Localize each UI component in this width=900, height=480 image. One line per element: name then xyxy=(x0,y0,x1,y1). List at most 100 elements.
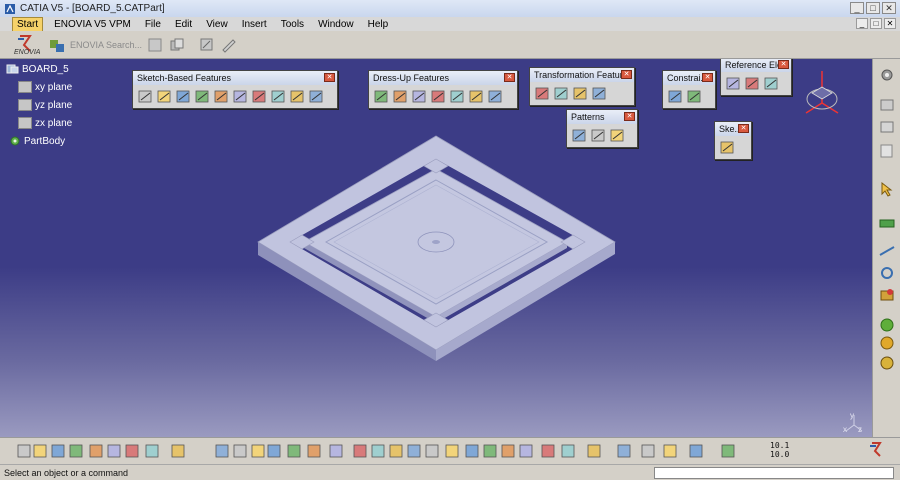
select-arrow-icon[interactable] xyxy=(878,181,896,197)
pad-tool-icon[interactable] xyxy=(878,119,896,135)
edit-pen-icon[interactable] xyxy=(220,36,238,54)
stiffener-icon[interactable] xyxy=(270,88,287,105)
toolbar-close-button[interactable]: ✕ xyxy=(624,112,635,121)
apply-material-icon[interactable] xyxy=(688,443,704,459)
doc-close-button[interactable]: ✕ xyxy=(884,18,896,29)
redo-icon[interactable] xyxy=(170,443,186,459)
grid-settings-icon[interactable] xyxy=(146,36,164,54)
new-file-icon[interactable] xyxy=(16,443,32,459)
toolbar-close-button[interactable]: ✕ xyxy=(504,73,515,82)
measure-icon[interactable] xyxy=(250,443,266,459)
fly-icon[interactable] xyxy=(328,443,344,459)
toolbar-title[interactable]: Dress-Up Features ✕ xyxy=(369,71,517,85)
enovia-logo[interactable]: ENOVIA xyxy=(10,33,44,57)
menu-window[interactable]: Window xyxy=(311,18,361,31)
swap-space-icon[interactable] xyxy=(518,443,534,459)
close-button[interactable]: ✕ xyxy=(882,2,896,14)
zoom-in-icon[interactable] xyxy=(406,443,422,459)
measure-icon[interactable] xyxy=(878,215,896,231)
publish-icon[interactable] xyxy=(286,443,302,459)
toolbar-close-button[interactable]: ✕ xyxy=(702,73,713,82)
formula-icon[interactable] xyxy=(214,443,230,459)
render-icon[interactable] xyxy=(640,443,656,459)
curvature-analysis-icon[interactable] xyxy=(878,355,896,371)
translation-icon[interactable] xyxy=(534,85,551,102)
measure-item-icon[interactable] xyxy=(878,265,896,281)
point-icon[interactable] xyxy=(725,75,742,92)
fit-all-icon[interactable] xyxy=(352,443,368,459)
circular-pattern-icon[interactable] xyxy=(590,127,607,144)
toolbar-close-button[interactable]: ✕ xyxy=(621,70,632,79)
apply-material-icon[interactable] xyxy=(878,287,896,303)
multi-section-solid-icon[interactable] xyxy=(289,88,306,105)
catalog-icon[interactable] xyxy=(306,443,322,459)
remove-face-icon[interactable] xyxy=(487,88,504,105)
enovia-search-label[interactable]: ENOVIA Search... xyxy=(70,40,142,50)
scale-icon[interactable] xyxy=(720,443,736,459)
menu-start[interactable]: Start xyxy=(12,16,44,32)
save-icon[interactable] xyxy=(50,443,66,459)
shading-icon[interactable] xyxy=(482,443,498,459)
toolbar-title[interactable]: Sketch-Based Features ✕ xyxy=(133,71,337,85)
refresh-icon[interactable] xyxy=(540,443,556,459)
menu-enovia-v5-vpm[interactable]: ENOVIA V5 VPM xyxy=(47,18,138,31)
lock-icon[interactable] xyxy=(616,443,632,459)
toolbar-title[interactable]: Reference Ele... ✕ xyxy=(721,59,791,72)
shaft-icon[interactable] xyxy=(175,88,192,105)
drafting-icon[interactable] xyxy=(878,143,896,159)
pad-icon[interactable] xyxy=(137,88,154,105)
mirror-icon[interactable] xyxy=(553,85,570,102)
copy-link-icon[interactable] xyxy=(198,36,216,54)
zoom-numeric-bottom[interactable]: 10.0 xyxy=(770,451,789,459)
doc-minimize-button[interactable]: _ xyxy=(856,18,868,29)
sketch-icon[interactable] xyxy=(719,139,736,156)
parameters-icon[interactable] xyxy=(586,443,602,459)
rotate-icon[interactable] xyxy=(388,443,404,459)
rib-icon[interactable] xyxy=(232,88,249,105)
thread-icon[interactable] xyxy=(468,88,485,105)
rectangular-pattern-icon[interactable] xyxy=(571,127,588,144)
removed-multi-section-icon[interactable] xyxy=(308,88,325,105)
menu-insert[interactable]: Insert xyxy=(235,18,274,31)
zoom-out-icon[interactable] xyxy=(424,443,440,459)
toolbar-title[interactable]: Ske... ✕ xyxy=(715,122,751,136)
line-icon[interactable] xyxy=(744,75,761,92)
menu-file[interactable]: File xyxy=(138,18,168,31)
command-input[interactable] xyxy=(654,467,894,479)
iso-view-icon[interactable] xyxy=(464,443,480,459)
hide-show-icon[interactable] xyxy=(500,443,516,459)
copy-icon[interactable] xyxy=(106,443,122,459)
chamfer-icon[interactable] xyxy=(392,88,409,105)
part-geometry[interactable] xyxy=(0,59,872,437)
normal-view-icon[interactable] xyxy=(444,443,460,459)
table-icon[interactable] xyxy=(266,443,282,459)
toolbar-close-button[interactable]: ✕ xyxy=(324,73,335,82)
analysis-icon[interactable] xyxy=(878,317,896,333)
constraint-dialog-icon[interactable] xyxy=(686,88,703,105)
analysis-icon[interactable] xyxy=(662,443,678,459)
3d-viewport[interactable]: BOARD_5 xy plane yz plane zx plane PartB… xyxy=(0,59,872,437)
hole-icon[interactable] xyxy=(213,88,230,105)
draft-analysis-icon[interactable] xyxy=(878,335,896,351)
toolbar-title[interactable]: Constrai... ✕ xyxy=(663,71,715,85)
minimize-button[interactable]: _ xyxy=(850,2,864,14)
toolbar-title[interactable]: Patterns ✕ xyxy=(567,110,637,124)
menu-edit[interactable]: Edit xyxy=(168,18,199,31)
settings-icon[interactable] xyxy=(878,67,896,83)
thickness-icon[interactable] xyxy=(449,88,466,105)
sketch-tool-icon[interactable] xyxy=(878,97,896,113)
constraint-icon[interactable] xyxy=(667,88,684,105)
paste-icon[interactable] xyxy=(124,443,140,459)
scaling-icon[interactable] xyxy=(591,85,608,102)
edge-fillet-icon[interactable] xyxy=(373,88,390,105)
menu-help[interactable]: Help xyxy=(361,18,396,31)
open-file-icon[interactable] xyxy=(32,443,48,459)
slot-icon[interactable] xyxy=(251,88,268,105)
pocket-icon[interactable] xyxy=(156,88,173,105)
update-icon[interactable] xyxy=(560,443,576,459)
maximize-button[interactable]: □ xyxy=(866,2,880,14)
pan-icon[interactable] xyxy=(370,443,386,459)
toolbar-close-button[interactable]: ✕ xyxy=(778,60,789,69)
cut-icon[interactable] xyxy=(88,443,104,459)
shell-icon[interactable] xyxy=(430,88,447,105)
